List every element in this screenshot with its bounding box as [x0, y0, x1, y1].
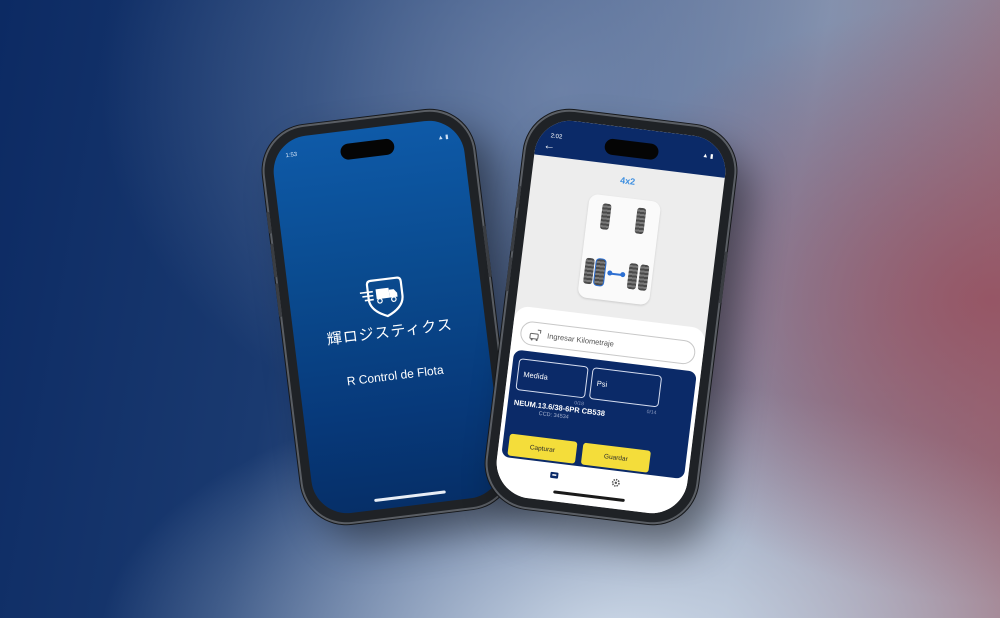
- phone-tire-screen: 2:02 ▲ ▮ ← 4x2 Ingresar Kilometraje Medi…: [482, 106, 740, 528]
- status-time: 2:02: [550, 133, 563, 141]
- home-indicator[interactable]: [374, 490, 446, 503]
- psi-label: Psi: [596, 378, 608, 390]
- power-button: [482, 225, 492, 278]
- status-time: 1:53: [285, 151, 298, 160]
- tire-front-right[interactable]: [634, 207, 647, 235]
- app-name: R Control de Flota: [345, 362, 445, 389]
- volume-up-button: [510, 217, 518, 252]
- odometer-icon: [529, 327, 542, 342]
- volume-up-button: [270, 243, 278, 278]
- vehicle-chassis-diagram: [577, 193, 662, 306]
- volume-down-button: [275, 283, 283, 318]
- tire-rear-right-inner[interactable]: [626, 262, 639, 290]
- psi-counter: 0/14: [646, 409, 657, 417]
- phone-splash: 1:53 ▲ ▮ 輝ロジスティクス R Control de Flota: [259, 106, 517, 528]
- mute-switch: [515, 185, 522, 208]
- status-icons: ▲ ▮: [702, 152, 714, 161]
- bottom-sheet: Ingresar Kilometraje Medida 0/18 Psi 0/1…: [492, 305, 707, 518]
- tire-rear-left-inner[interactable]: [593, 258, 606, 286]
- mute-switch: [266, 211, 272, 234]
- splash-screen: 1:53 ▲ ▮ 輝ロジスティクス R Control de Flota: [269, 116, 507, 518]
- status-icons: ▲ ▮: [437, 134, 449, 142]
- psi-input[interactable]: Psi: [588, 367, 663, 408]
- measure-label: Medida: [522, 369, 549, 382]
- measure-input[interactable]: Medida: [515, 358, 589, 399]
- tire-screen: 2:02 ▲ ▮ ← 4x2 Ingresar Kilometraje Medi…: [492, 116, 730, 518]
- volume-down-button: [505, 257, 513, 292]
- power-button: [718, 251, 728, 304]
- tire-rear-left-outer[interactable]: [582, 257, 595, 285]
- gear-icon[interactable]: [611, 474, 622, 487]
- tire-rear-right-outer[interactable]: [637, 264, 650, 292]
- tire-front-left[interactable]: [599, 203, 612, 231]
- axle-connector: [610, 272, 623, 277]
- truck-icon[interactable]: [549, 467, 560, 479]
- km-placeholder: Ingresar Kilometraje: [546, 330, 615, 349]
- dynamic-island: [339, 138, 396, 161]
